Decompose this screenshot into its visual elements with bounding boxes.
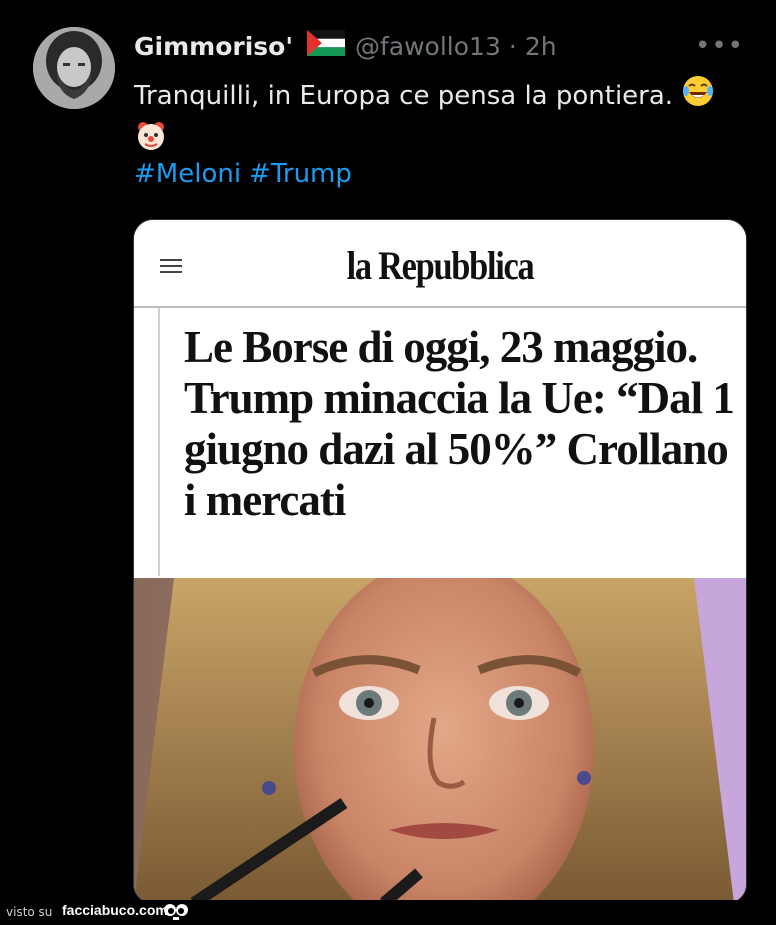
facciabuco-logo: facciabuco.com [62, 902, 168, 918]
tweet-body: Tranquilli, in Europa ce pensa la pontie… [134, 81, 674, 111]
hashtag-meloni[interactable]: #Meloni [134, 159, 241, 189]
timestamp[interactable]: 2h [525, 32, 557, 61]
tweet-text: Tranquilli, in Europa ce pensa la pontie… [134, 74, 754, 164]
separator-dot: · [508, 31, 517, 61]
display-name[interactable]: Gimmoriso' [134, 32, 293, 61]
newspaper-masthead: la Repubblica [346, 243, 535, 288]
article-photo [134, 578, 746, 903]
watermark-footer: visto su facciabuco.com [0, 900, 776, 925]
media-card[interactable]: la Repubblica Le Borse di oggi, 23 maggi… [133, 219, 747, 904]
article-rule [158, 308, 160, 576]
avatar[interactable] [33, 27, 115, 109]
article-headline-block: Le Borse di oggi, 23 maggio. Trump minac… [134, 308, 746, 576]
article-headline: Le Borse di oggi, 23 maggio. Trump minac… [184, 322, 735, 525]
face-with-tears-of-joy-icon [681, 74, 715, 119]
handle[interactable]: @fawollo13 [355, 32, 501, 61]
avatar-photo [33, 27, 115, 109]
visto-su-label: visto su [6, 905, 53, 919]
hashtag-trump[interactable]: #Trump [249, 159, 352, 189]
facciabuco-eyes-icon [163, 901, 189, 921]
more-options-icon[interactable]: ••• [695, 28, 744, 64]
newspaper-header: la Repubblica [134, 220, 746, 308]
palestine-flag-icon [306, 30, 345, 62]
tweet-header: Gimmoriso' @fawollo13 · 2h ••• [134, 28, 746, 64]
hashtags: #Meloni #Trump [134, 155, 360, 193]
